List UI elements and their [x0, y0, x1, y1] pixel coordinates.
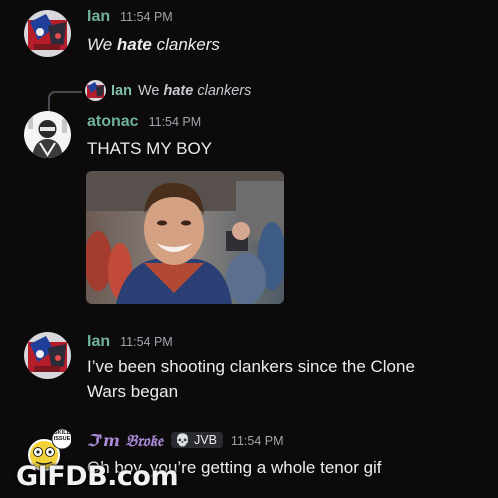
- reply-avatar: [85, 80, 106, 101]
- message-text: We hate clankers: [87, 32, 220, 57]
- message-text-part: We: [87, 35, 117, 54]
- server-tag-label: JVB: [193, 433, 217, 447]
- reply-text-part: We: [137, 82, 164, 99]
- reply-connector: [48, 91, 82, 111]
- message-text-emphasis: hate: [116, 35, 152, 54]
- username[interactable]: ℑ'm 𝔅𝔯𝔬𝔨𝔢: [87, 431, 163, 451]
- avatar-badge: SKILL ISSUE: [53, 430, 71, 442]
- watermark: GIFDB.com: [16, 461, 179, 492]
- username[interactable]: atonac: [87, 113, 139, 131]
- reply-text-emphasis: hate: [163, 82, 194, 99]
- timestamp: 11:54 PM: [148, 115, 202, 129]
- reply-text-part: clankers: [193, 82, 252, 99]
- username[interactable]: Ian: [87, 333, 110, 351]
- avatar[interactable]: [24, 111, 71, 158]
- username[interactable]: Ian: [87, 8, 110, 26]
- avatar[interactable]: [24, 332, 71, 379]
- gif-attachment[interactable]: [86, 171, 284, 304]
- message-text: THATS MY BOY: [87, 139, 213, 158]
- message-text-line-1: I’ve been shooting clankers since the Cl…: [87, 357, 415, 376]
- reply-text: We hate clankers: [138, 83, 251, 99]
- reply-reference[interactable]: Ian We hate clankers: [85, 80, 251, 101]
- timestamp: 11:54 PM: [230, 434, 284, 448]
- message-text-part: clankers: [151, 35, 220, 54]
- reply-username[interactable]: Ian: [111, 83, 132, 99]
- timestamp: 11:54 PM: [120, 335, 173, 349]
- gif-image: [86, 171, 284, 304]
- timestamp: 11:54 PM: [120, 10, 173, 24]
- message-text-line-2: Wars began: [87, 382, 179, 401]
- skull-icon: 💀: [175, 433, 190, 447]
- avatar[interactable]: [24, 10, 71, 57]
- server-tag[interactable]: 💀 JVB: [171, 432, 223, 448]
